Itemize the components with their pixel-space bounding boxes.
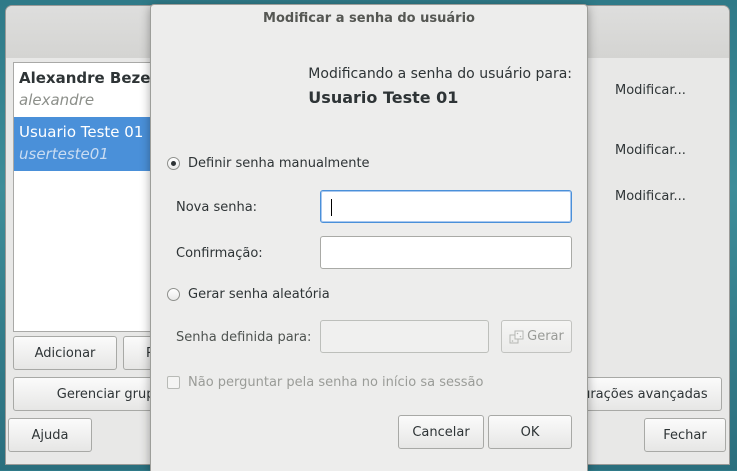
user-full-name: Alexandre Bezerra <box>19 69 154 87</box>
generated-password-field <box>320 320 489 353</box>
change-password-dialog: Modificar a senha do usuário Modificando… <box>150 4 588 471</box>
radio-generate-random[interactable]: Gerar senha aleatória <box>167 287 330 302</box>
dice-icon <box>509 330 524 343</box>
generate-button: Gerar <box>501 320 572 353</box>
user-list-item-selected[interactable]: Usuario Teste 01 userteste01 <box>14 117 154 171</box>
radio-set-manually-label: Definir senha manualmente <box>188 156 370 171</box>
text-caret <box>331 199 332 216</box>
intro-text: Modificando a senha do usuário para: <box>308 66 572 82</box>
generate-button-label: Gerar <box>527 329 564 344</box>
user-list-item[interactable]: Alexandre Bezerra alexandre <box>14 63 154 117</box>
cancel-button[interactable]: Cancelar <box>398 415 484 449</box>
ok-button[interactable]: OK <box>488 415 572 449</box>
confirm-password-label: Confirmação: <box>176 246 263 261</box>
dont-ask-checkbox-row: Não perguntar pela senha no início sa se… <box>167 375 483 390</box>
intro-username: Usuario Teste 01 <box>308 88 459 107</box>
new-password-input[interactable] <box>320 190 572 223</box>
radio-generate-random-label: Gerar senha aleatória <box>188 287 330 302</box>
dont-ask-label: Não perguntar pela senha no início sa se… <box>188 375 484 390</box>
new-password-label: Nova senha: <box>176 200 258 215</box>
user-login-name: userteste01 <box>19 145 109 163</box>
modify-link[interactable]: Modificar... <box>615 83 686 98</box>
user-full-name: Usuario Teste 01 <box>19 123 144 141</box>
modify-link[interactable]: Modificar... <box>615 143 686 158</box>
set-password-label: Senha definida para: <box>176 330 312 345</box>
radio-set-manually[interactable]: Definir senha manualmente <box>167 156 370 171</box>
confirm-password-input[interactable] <box>320 236 572 269</box>
add-user-button[interactable]: Adicionar <box>13 336 117 370</box>
modify-link[interactable]: Modificar... <box>615 189 686 204</box>
user-list[interactable]: Alexandre Bezerra alexandre Usuario Test… <box>13 62 155 332</box>
user-login-name: alexandre <box>19 91 95 109</box>
dialog-title: Modificar a senha do usuário <box>263 11 475 26</box>
close-button[interactable]: Fechar <box>644 418 726 452</box>
dialog-intro: Modificando a senha do usuário para: Usu… <box>308 66 572 107</box>
radio-unselected-icon[interactable] <box>167 288 180 301</box>
radio-selected-icon[interactable] <box>167 157 180 170</box>
dont-ask-checkbox <box>167 376 180 389</box>
help-button[interactable]: Ajuda <box>8 418 92 452</box>
